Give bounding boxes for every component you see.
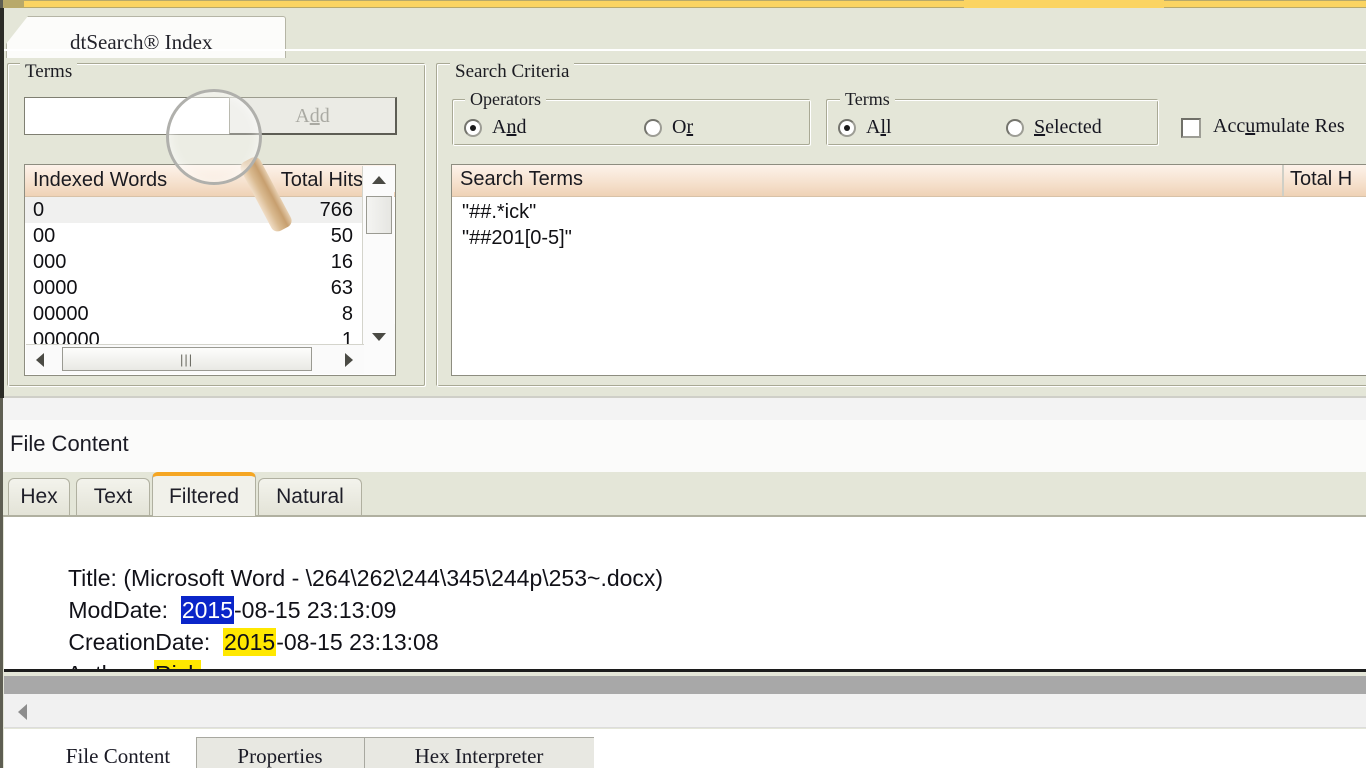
add-button-label-key: d xyxy=(309,105,320,127)
scroll-right-button[interactable] xyxy=(334,345,364,373)
add-button-label-pre: A xyxy=(295,105,310,127)
scroll-thumb-grip-icon: ||| xyxy=(180,352,194,367)
column-divider[interactable] xyxy=(1282,165,1284,196)
window-left-edge-dark xyxy=(0,8,4,398)
content-highlight-match: Rick xyxy=(154,660,201,669)
scroll-left-button[interactable] xyxy=(26,345,56,373)
application-window: dtSearch® Index Terms Add Indexed Words … xyxy=(0,0,1366,768)
dock-tab-file-content[interactable]: File Content xyxy=(40,743,196,768)
chevron-up-icon xyxy=(372,176,386,184)
file-content-pane[interactable]: Title: (Microsoft Word - \264\262\244\34… xyxy=(4,517,1366,672)
list-item[interactable]: 0 766 xyxy=(25,197,363,223)
column-header-total-hits[interactable]: Total Hits xyxy=(281,169,363,192)
content-text: Author: xyxy=(67,661,154,669)
panel-separator xyxy=(0,398,1366,420)
checkbox-accumulate-results-label: Accumulate Res xyxy=(1213,115,1345,137)
list-item-word: 00000 xyxy=(33,303,89,325)
chevron-right-icon xyxy=(345,353,353,367)
operators-title: Operators xyxy=(465,89,546,110)
radio-all-indicator xyxy=(838,119,856,137)
file-content-section-title: File Content xyxy=(10,431,129,456)
list-item-hits: 63 xyxy=(330,277,353,299)
tab-text[interactable]: Text xyxy=(76,478,150,516)
pane-splitter[interactable] xyxy=(4,676,1366,694)
tab-filtered[interactable]: Filtered xyxy=(152,472,256,516)
vertical-scroll-thumb[interactable] xyxy=(366,196,392,234)
list-item-word: 0 xyxy=(33,199,45,221)
chevron-left-icon[interactable] xyxy=(18,704,27,720)
radio-and-label: And xyxy=(492,116,527,138)
dock-tab-properties[interactable]: Properties xyxy=(196,743,364,768)
radio-or-indicator xyxy=(644,119,662,137)
column-header-total-hits[interactable]: Total H xyxy=(1290,168,1352,191)
horizontal-scroll-thumb[interactable]: ||| xyxy=(62,347,312,371)
radio-selected-indicator xyxy=(1006,119,1024,137)
tab-natural[interactable]: Natural xyxy=(258,478,362,516)
chevron-left-icon xyxy=(36,353,44,367)
checkbox-accumulate-results[interactable] xyxy=(1181,118,1201,138)
list-item[interactable]: 00 50 xyxy=(25,223,363,249)
terms-mode-title: Terms xyxy=(840,89,895,110)
list-item-hits: 766 xyxy=(319,199,353,221)
list-item-hits: 1 xyxy=(341,329,353,345)
search-terms-grid-rows: "##.*ick" "##201[0-5]" xyxy=(452,199,1366,251)
indexed-words-listbox[interactable]: Indexed Words Total Hits 0 766 00 50 000… xyxy=(24,164,396,376)
add-button-label-post: d xyxy=(319,105,330,127)
tab-underline xyxy=(0,49,1366,51)
content-text: -08-15 23:13:08 xyxy=(276,629,439,655)
list-item-hits: 16 xyxy=(330,251,353,273)
column-header-indexed-words[interactable]: Indexed Words xyxy=(33,169,167,192)
content-horizontal-scrollbar[interactable] xyxy=(4,694,1366,728)
list-item-word: 000000 xyxy=(33,329,100,345)
radio-or-label: Or xyxy=(672,116,694,138)
search-terms-grid[interactable]: Search Terms Total H "##.*ick" "##201[0-… xyxy=(451,164,1366,376)
list-item-word: 000 xyxy=(33,251,67,273)
content-highlight-match: 2015 xyxy=(223,628,277,656)
top-accent-strip xyxy=(0,0,1366,8)
chevron-down-icon xyxy=(372,333,386,341)
indexed-words-rows: 0 766 00 50 000 16 0000 63 00000 8 00000… xyxy=(25,197,363,345)
list-item[interactable]: 0000 63 xyxy=(25,275,363,301)
list-item-hits: 8 xyxy=(341,303,353,325)
radio-and-indicator xyxy=(464,119,482,137)
content-line-author: Author: Rick xyxy=(30,634,201,669)
file-content-tabstrip: Hex Text Filtered Natural xyxy=(0,472,1366,516)
list-item[interactable]: 000000 1 xyxy=(25,327,363,345)
top-accent-segment xyxy=(964,0,1164,8)
search-terms-grid-header: Search Terms Total H xyxy=(452,165,1366,197)
scroll-down-button[interactable] xyxy=(363,324,395,350)
dock-tab-hex-interpreter[interactable]: Hex Interpreter xyxy=(364,743,594,768)
table-row[interactable]: "##201[0-5]" xyxy=(452,225,1366,251)
terms-groupbox-title: Terms xyxy=(20,61,78,83)
table-row[interactable]: "##.*ick" xyxy=(452,199,1366,225)
file-content-header-band xyxy=(0,420,1366,472)
top-accent-strip-inner xyxy=(24,1,1366,7)
magnifier-cursor-icon xyxy=(166,89,262,185)
indexed-words-horizontal-scrollbar[interactable]: ||| xyxy=(26,344,364,374)
list-item-hits: 50 xyxy=(330,225,353,247)
scroll-up-button[interactable] xyxy=(363,166,395,192)
list-item-word: 0000 xyxy=(33,277,78,299)
column-header-search-terms[interactable]: Search Terms xyxy=(460,168,583,191)
tab-hex[interactable]: Hex xyxy=(8,478,70,516)
radio-all-label: All xyxy=(866,116,892,138)
main-tab-strip: dtSearch® Index xyxy=(0,8,1366,58)
search-criteria-title: Search Criteria xyxy=(450,61,575,83)
indexed-words-vertical-scrollbar[interactable] xyxy=(362,166,395,374)
list-item-word: 00 xyxy=(33,225,56,247)
list-item[interactable]: 00000 8 xyxy=(25,301,363,327)
tab-dtsearch-index-label: dtSearch® Index xyxy=(70,30,213,54)
radio-selected-label: Selected xyxy=(1034,116,1102,138)
bottom-dock: File Content Properties Hex Interpreter xyxy=(4,729,1366,768)
list-item[interactable]: 000 16 xyxy=(25,249,363,275)
